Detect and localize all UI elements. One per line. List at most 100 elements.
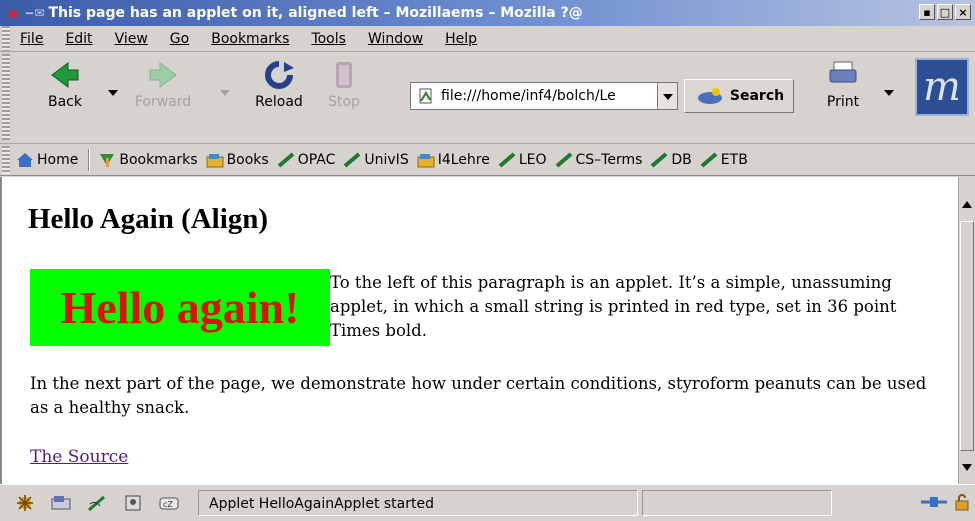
back-label: Back [48, 94, 82, 110]
menu-help[interactable]: Help [445, 31, 477, 47]
url-input[interactable] [441, 88, 641, 104]
bookmark-label: UnivIS [364, 151, 409, 168]
forward-label: Forward [134, 94, 192, 110]
back-button[interactable]: Back [30, 60, 100, 110]
reload-label: Reload [255, 94, 303, 110]
scroll-up-arrow[interactable] [959, 197, 975, 213]
toolbar-separator [88, 148, 91, 171]
bookmark-link-icon [651, 151, 668, 168]
minimize-button[interactable]: ▪ [919, 4, 935, 20]
reload-icon [262, 60, 296, 90]
menu-bookmarks-label: Bookmarks [211, 30, 290, 47]
back-history-dropdown[interactable] [108, 90, 118, 96]
mail-icon[interactable] [50, 494, 72, 512]
menu-file-label: File [20, 30, 44, 47]
bookmark-univis[interactable]: UnivIS [343, 151, 409, 168]
bookmark-link-icon [277, 151, 295, 168]
navbar-grip[interactable] [2, 54, 10, 140]
status-indicators [921, 493, 971, 511]
menu-bookmarks[interactable]: Bookmarks [211, 31, 289, 47]
status-progress-panel [642, 490, 832, 516]
mozilla-logo[interactable]: m [915, 58, 969, 116]
bookmark-home[interactable]: Home [16, 152, 78, 168]
forward-history-dropdown[interactable] [220, 90, 230, 96]
composer-icon[interactable] [86, 494, 108, 512]
bookmark-label: Bookmarks [119, 151, 198, 168]
back-arrow-icon [48, 60, 82, 90]
menu-window[interactable]: Window [368, 31, 423, 47]
bookmark-etb[interactable]: ETB [700, 152, 748, 168]
security-lock-icon[interactable] [953, 493, 971, 511]
bookmark-label: DB [671, 151, 692, 168]
window-menu-icon[interactable]: −✉ [24, 6, 44, 20]
scroll-thumb[interactable] [960, 221, 974, 451]
bookmark-link-icon [344, 151, 361, 168]
bookmark-cs-terms[interactable]: CS–Terms [555, 151, 643, 168]
bookmark-link-icon [555, 151, 572, 168]
menubar-grip[interactable] [2, 26, 10, 51]
address-book-icon[interactable] [122, 494, 144, 512]
status-bar: cZ Applet HelloAgainApplet started [0, 484, 975, 521]
vertical-scrollbar[interactable] [958, 177, 975, 484]
menu-edit-label: Edit [65, 30, 93, 47]
styroform-paragraph: In the next part of the page, we demonst… [30, 374, 927, 417]
print-dropdown[interactable] [884, 90, 894, 96]
menu-tools[interactable]: Tools [311, 31, 346, 47]
menu-help-label: Help [445, 30, 478, 47]
maximize-button[interactable]: □ [937, 4, 953, 20]
hello-again-applet[interactable]: Hello again! [30, 269, 330, 346]
bookmark-bookmarks[interactable]: Bookmarks [98, 151, 198, 168]
stop-icon [327, 60, 361, 90]
search-label: Search [729, 88, 785, 104]
print-button[interactable]: Print [818, 60, 868, 110]
bookmark-opac[interactable]: OPAC [277, 151, 336, 168]
applet-description-paragraph: To the left of this paragraph is an appl… [330, 273, 897, 340]
personal-toolbar-grip[interactable] [2, 145, 10, 174]
menu-go[interactable]: Go [170, 31, 189, 47]
svg-text:cZ: cZ [163, 500, 173, 509]
menu-file[interactable]: File [20, 31, 43, 47]
navigator-icon[interactable] [14, 494, 36, 512]
folder-icon [417, 153, 435, 167]
print-label: Print [826, 94, 860, 110]
close-button[interactable]: × [955, 4, 971, 20]
menu-view-label: View [114, 30, 148, 47]
bookmark-db[interactable]: DB [650, 151, 692, 168]
bookmark-leo[interactable]: LEO [498, 152, 547, 168]
bookmarks-icon [100, 153, 115, 167]
stop-button[interactable]: Stop [322, 60, 366, 110]
source-link[interactable]: The Source [30, 447, 128, 467]
url-history-dropdown[interactable] [658, 82, 678, 110]
title-bar: ★ −✉ This page has an applet on it, alig… [0, 0, 975, 26]
page-proxy-icon[interactable] [417, 87, 435, 105]
page-content: Hello Again (Align) Hello again! To the … [0, 177, 958, 484]
menu-bar: File Edit View Go Bookmarks Tools Window… [0, 26, 975, 52]
url-bar[interactable] [410, 82, 658, 110]
window-controls: ▪ □ × [919, 4, 971, 20]
window-title: This page has an applet on it, aligned l… [48, 5, 583, 21]
online-connection-icon[interactable] [921, 493, 947, 511]
menu-view[interactable]: View [115, 31, 148, 47]
search-icon [697, 88, 722, 104]
scroll-down-arrow[interactable] [959, 459, 975, 475]
mozilla-star-icon: ★ [6, 3, 21, 23]
search-button[interactable]: Search [684, 79, 794, 113]
chatzilla-icon[interactable]: cZ [158, 494, 180, 512]
home-icon [17, 152, 33, 167]
bookmark-label: CS–Terms [575, 151, 643, 168]
forward-button[interactable]: Forward [128, 60, 198, 110]
bookmark-books[interactable]: Books [206, 152, 269, 168]
bookmark-label: OPAC [297, 151, 336, 168]
menu-tools-label: Tools [311, 30, 346, 47]
bookmark-i4lehre[interactable]: I4Lehre [417, 152, 490, 168]
navigation-toolbar: Back Forward Reload Stop Search Print [0, 52, 975, 144]
page-heading: Hello Again (Align) [28, 203, 269, 235]
printer-icon [826, 60, 860, 90]
menu-edit[interactable]: Edit [65, 31, 92, 47]
forward-arrow-icon [146, 60, 180, 90]
stop-label: Stop [328, 94, 360, 110]
status-text: Applet HelloAgainApplet started [198, 490, 638, 516]
reload-button[interactable]: Reload [244, 60, 314, 110]
folder-icon [206, 153, 224, 167]
bookmark-label: ETB [720, 151, 748, 168]
